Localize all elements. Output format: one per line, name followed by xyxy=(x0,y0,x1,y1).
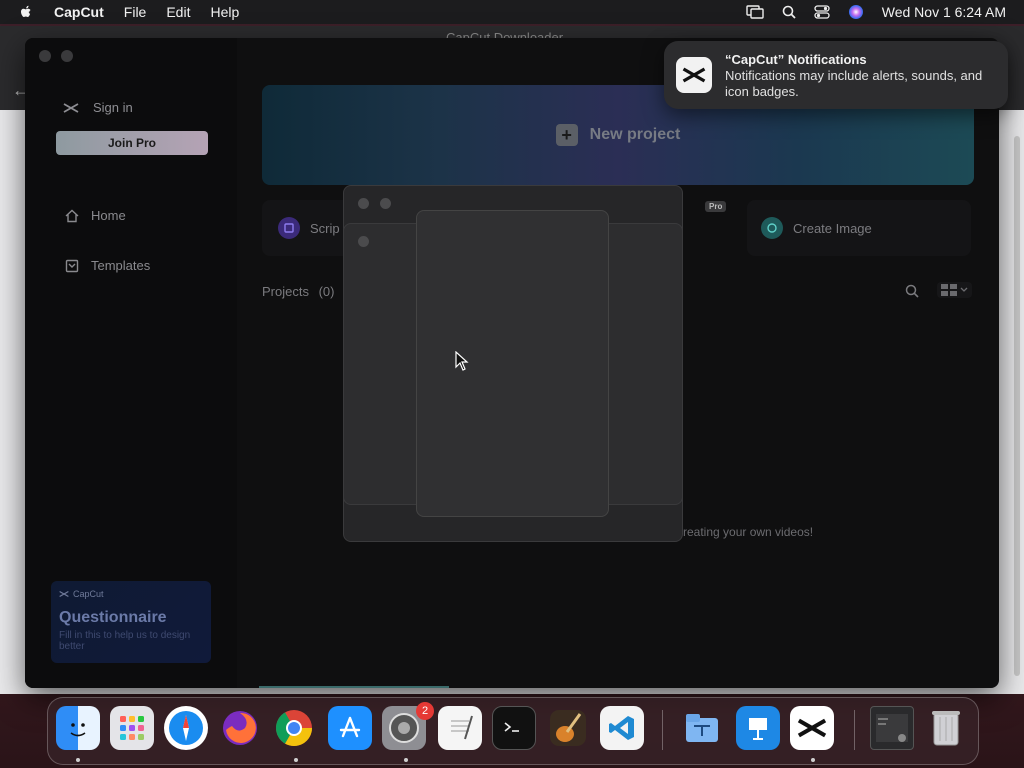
questionnaire-brand: CapCut xyxy=(59,589,203,599)
menu-bar: CapCut File Edit Help Wed Nov 1 6:24 AM xyxy=(0,0,1024,24)
running-indicator xyxy=(294,758,298,762)
launchpad-icon[interactable] xyxy=(110,706,154,750)
background-scrollbar[interactable] xyxy=(1014,136,1020,676)
projects-header: Projects (0) xyxy=(262,284,335,299)
script-tool-label: Scrip xyxy=(310,220,340,236)
image-icon xyxy=(761,217,783,239)
questionnaire-subtitle: Fill in this to help us to design better xyxy=(59,630,191,652)
window-preview-front[interactable] xyxy=(416,210,609,517)
window-dot xyxy=(380,198,391,209)
window-thumbnail-icon[interactable] xyxy=(870,706,914,750)
sidebar-item-label: Home xyxy=(91,208,126,223)
empty-projects-message: creating your own videos! xyxy=(677,525,814,539)
menu-edit[interactable]: Edit xyxy=(166,4,190,20)
grid-view-icon xyxy=(941,284,957,296)
capcut-logo-icon xyxy=(63,102,79,113)
create-image-label: Create Image xyxy=(793,220,872,236)
screen-mirroring-icon[interactable] xyxy=(746,5,764,19)
running-indicator xyxy=(811,758,815,762)
window-dot xyxy=(358,198,369,209)
spotlight-search-icon[interactable] xyxy=(782,5,796,19)
textedit-icon[interactable] xyxy=(438,706,482,750)
running-indicator xyxy=(404,758,408,762)
siri-icon[interactable] xyxy=(848,4,864,20)
safari-icon[interactable] xyxy=(164,706,208,750)
chevron-down-icon xyxy=(960,287,968,292)
capcut-app-icon xyxy=(676,57,712,93)
keynote-icon[interactable] xyxy=(736,706,780,750)
questionnaire-card[interactable]: CapCut Questionnaire Fill in this to hel… xyxy=(51,581,211,663)
menu-help[interactable]: Help xyxy=(210,4,239,20)
sidebar-item-label: Templates xyxy=(91,258,151,273)
trash-icon[interactable] xyxy=(924,706,968,750)
finder-folder-icon[interactable] xyxy=(680,706,724,750)
terminal-icon[interactable] xyxy=(492,706,536,750)
notification-body: Notifications may include alerts, sounds… xyxy=(725,68,983,99)
chrome-icon[interactable] xyxy=(272,706,316,750)
finder-icon[interactable] xyxy=(56,706,100,750)
window-dot xyxy=(358,236,369,247)
window-controls xyxy=(39,50,73,62)
new-project-label: New project xyxy=(589,126,681,143)
templates-icon xyxy=(65,259,79,272)
notification-banner[interactable]: “CapCut” Notifications Notifications may… xyxy=(664,41,1008,109)
create-image-button[interactable]: Create Image xyxy=(747,200,971,256)
dock: 2 xyxy=(47,697,979,765)
minimize-window-button[interactable] xyxy=(61,50,73,62)
firefox-icon[interactable] xyxy=(218,706,262,750)
script-icon xyxy=(278,217,300,239)
apple-menu-icon[interactable] xyxy=(18,4,34,20)
notification-title: “CapCut” Notifications xyxy=(725,52,867,67)
mouse-cursor-icon xyxy=(455,351,469,371)
view-toggle[interactable] xyxy=(937,282,972,298)
questionnaire-title: Questionnaire xyxy=(59,609,167,626)
menu-app-name[interactable]: CapCut xyxy=(54,4,104,20)
dock-separator xyxy=(662,710,663,750)
projects-count: (0) xyxy=(318,284,335,299)
sidebar-item-home[interactable]: Home xyxy=(65,208,126,223)
home-icon xyxy=(65,209,79,222)
capcut-icon[interactable] xyxy=(790,706,834,750)
menu-clock[interactable]: Wed Nov 1 6:24 AM xyxy=(882,4,1006,20)
sidebar: Sign in Join Pro Home Templates CapCut Q… xyxy=(25,38,237,688)
running-indicator xyxy=(76,758,80,762)
sidebar-item-templates[interactable]: Templates xyxy=(65,258,150,273)
menu-file[interactable]: File xyxy=(124,4,147,20)
dock-separator xyxy=(854,710,855,750)
sign-in-label: Sign in xyxy=(93,100,133,115)
close-window-button[interactable] xyxy=(39,50,51,62)
sign-in-row[interactable]: Sign in xyxy=(63,100,133,115)
plus-icon: + xyxy=(555,124,578,146)
notification-badge: 2 xyxy=(416,702,434,720)
app-store-icon[interactable] xyxy=(328,706,372,750)
garageband-icon[interactable] xyxy=(546,706,590,750)
search-icon[interactable] xyxy=(905,284,919,303)
bottom-tab-indicator xyxy=(259,686,449,688)
pro-badge: Pro xyxy=(705,201,727,212)
capcut-logo-icon xyxy=(59,590,69,598)
join-pro-button[interactable]: Join Pro xyxy=(56,131,208,155)
vscode-icon[interactable] xyxy=(600,706,644,750)
control-center-icon[interactable] xyxy=(814,5,830,19)
